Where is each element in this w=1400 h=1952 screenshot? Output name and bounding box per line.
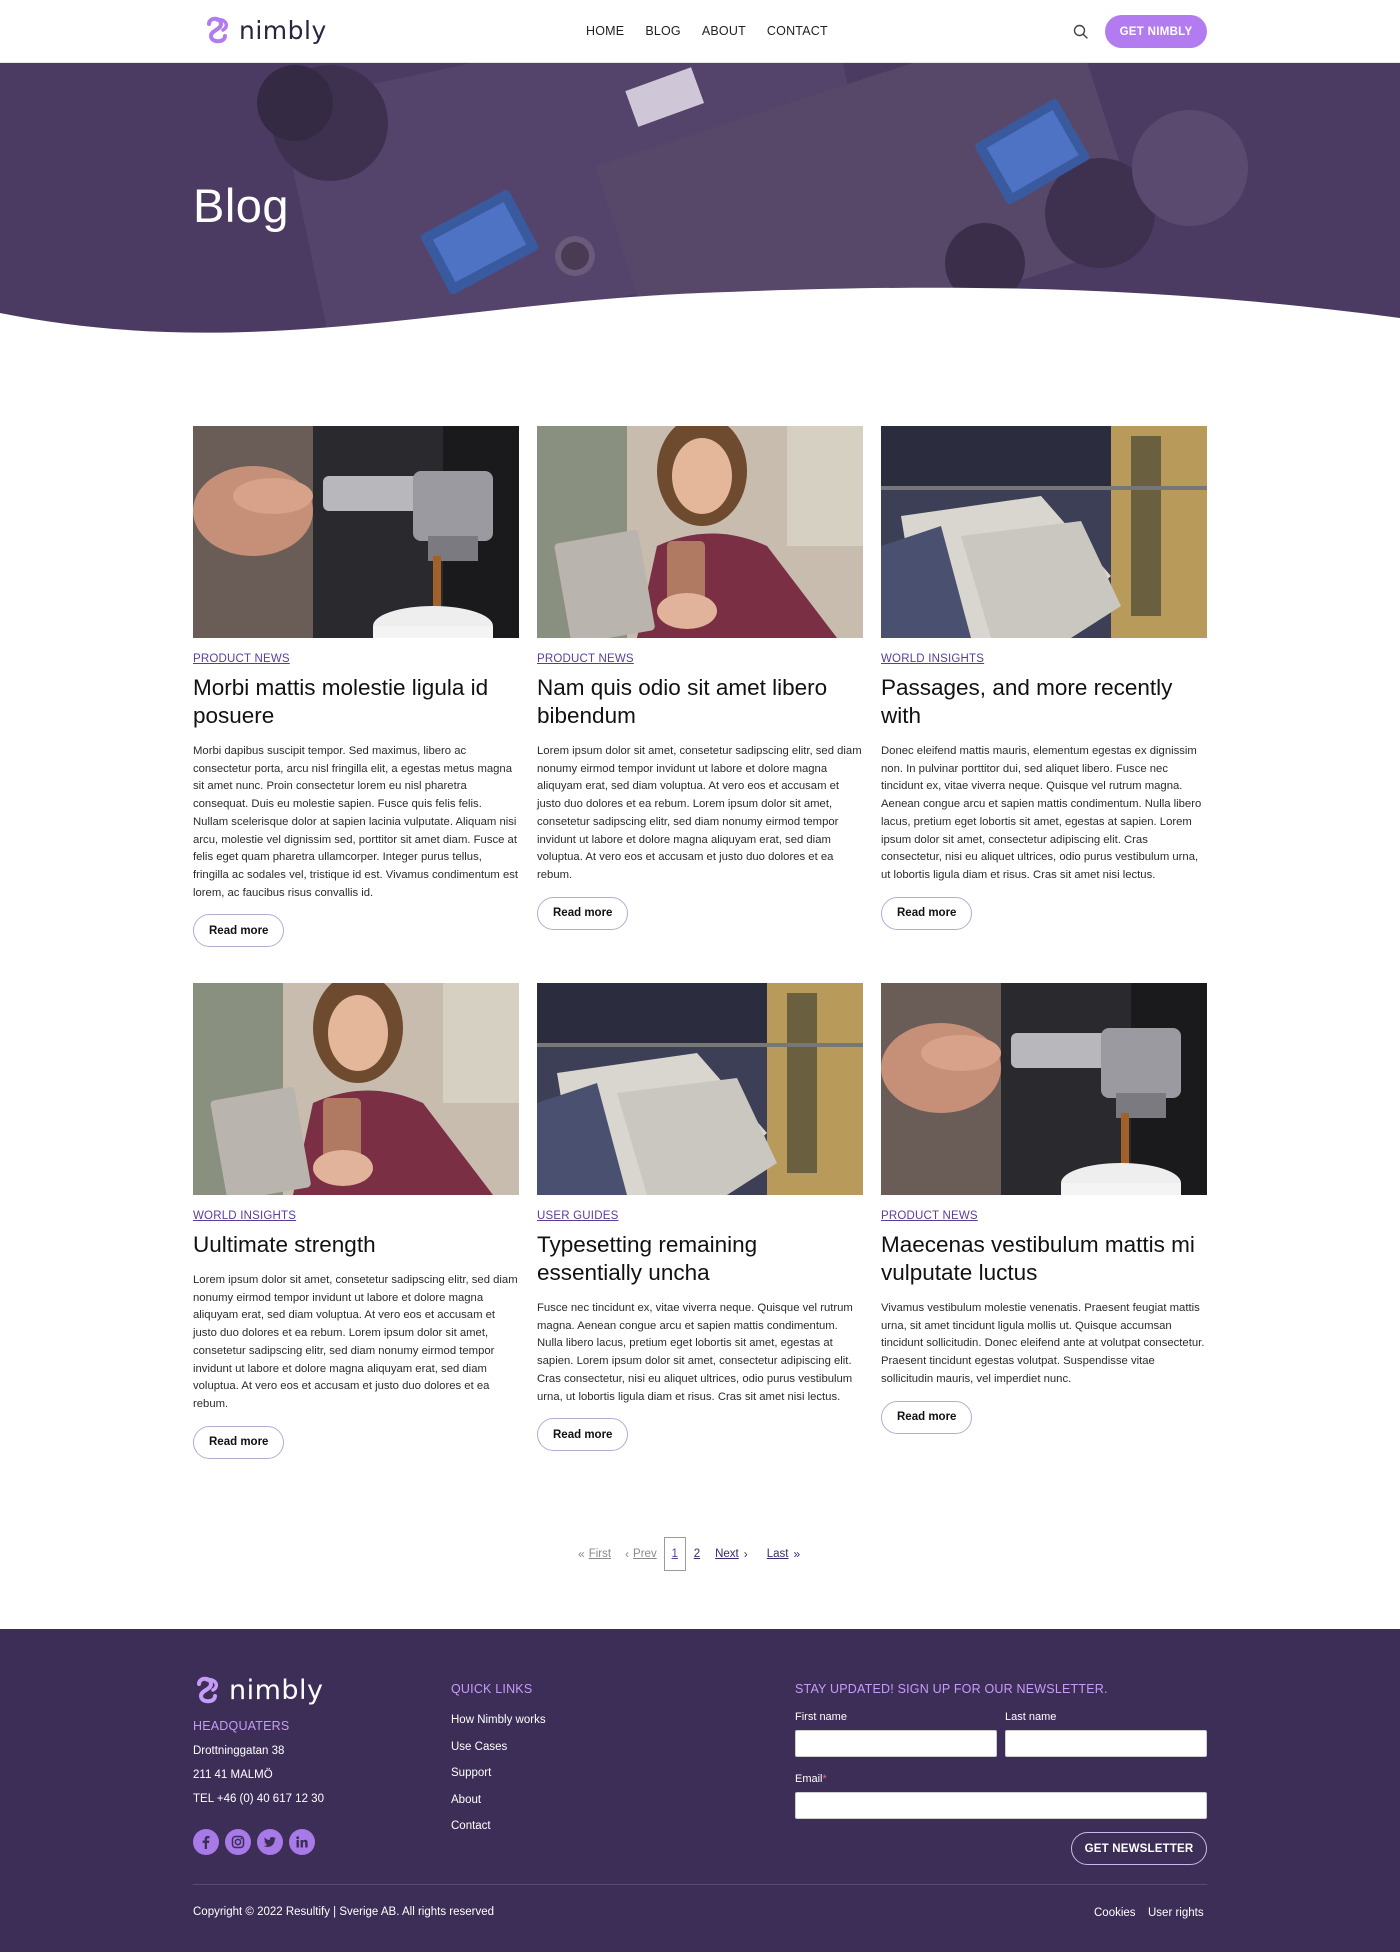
site-logo[interactable]: nimbly — [203, 14, 327, 46]
post-title[interactable]: Maecenas vestibulum mattis mi vulputate … — [881, 1231, 1207, 1287]
post-title[interactable]: Passages, and more recently with — [881, 674, 1207, 730]
footer-link-support[interactable]: Support — [451, 1767, 491, 1779]
footer-link-use-cases[interactable]: Use Cases — [451, 1741, 507, 1753]
read-more-button[interactable]: Read more — [193, 914, 285, 948]
hero-banner: Blog — [0, 63, 1400, 350]
post-card: WORLD INSIGHTS Passages, and more recent… — [881, 426, 1207, 930]
quick-links-heading: QUICK LINKS — [451, 1682, 533, 1696]
pagination-last[interactable]: Last — [767, 1548, 789, 1560]
email-label: Email* — [795, 1773, 827, 1785]
post-title[interactable]: Morbi mattis molestie ligula id posuere — [193, 674, 519, 730]
post-category[interactable]: PRODUCT NEWS — [881, 1210, 1207, 1222]
post-title[interactable]: Uultimate strength — [193, 1231, 519, 1259]
read-more-button[interactable]: Read more — [193, 1425, 285, 1459]
newsletter-heading: STAY UPDATED! SIGN UP FOR OUR NEWSLETTER… — [795, 1682, 1108, 1696]
logo-icon — [197, 1676, 219, 1704]
pagination-page-2[interactable]: 2 — [694, 1548, 700, 1560]
chevron-left-icon: ‹ — [625, 1547, 630, 1561]
nav-about[interactable]: ABOUT — [702, 24, 746, 38]
search-icon[interactable] — [1073, 24, 1088, 39]
first-name-field[interactable] — [795, 1730, 997, 1757]
post-category[interactable]: WORLD INSIGHTS — [881, 653, 1207, 665]
post-card: PRODUCT NEWS Morbi mattis molestie ligul… — [193, 426, 519, 948]
post-card: PRODUCT NEWS Nam quis odio sit amet libe… — [537, 426, 863, 930]
post-category[interactable]: USER GUIDES — [537, 1210, 863, 1222]
footer-link-how-nimbly-works[interactable]: How Nimbly works — [451, 1714, 546, 1726]
pagination-current-page: 1 — [663, 1537, 686, 1571]
instagram-icon[interactable] — [225, 1829, 251, 1855]
linkedin-icon[interactable] — [289, 1829, 315, 1855]
required-mark: * — [822, 1773, 827, 1785]
cookies-link[interactable]: Cookies — [1094, 1907, 1136, 1919]
footer-divider — [193, 1884, 1207, 1885]
email-field[interactable] — [795, 1792, 1207, 1819]
post-excerpt: Lorem ipsum dolor sit amet, consetetur s… — [537, 745, 862, 881]
pagination-next[interactable]: Next — [715, 1548, 739, 1560]
read-more-button[interactable]: Read more — [537, 896, 629, 930]
logo-text: nimbly — [239, 15, 327, 45]
post-excerpt: Morbi dapibus suscipit tempor. Sed maxim… — [193, 745, 519, 899]
footer-link-about[interactable]: About — [451, 1794, 481, 1806]
last-name-field[interactable] — [1005, 1730, 1207, 1757]
get-nimbly-button[interactable]: GET NIMBLY — [1105, 15, 1207, 48]
footer-link-contact[interactable]: Contact — [451, 1820, 491, 1832]
get-newsletter-button[interactable]: GET NEWSLETTER — [1071, 1832, 1207, 1865]
site-footer: nimbly — [0, 1629, 1400, 1952]
pagination: « First ‹ Prev 1 2 Next › Last » — [578, 1537, 800, 1571]
double-chevron-right-icon: » — [793, 1547, 801, 1561]
social-links — [193, 1829, 315, 1855]
chevron-right-icon: › — [743, 1547, 748, 1561]
post-image-clothes-rack[interactable] — [881, 426, 1207, 638]
footer-logo[interactable]: nimbly — [193, 1674, 324, 1706]
post-excerpt: Vivamus vestibulum molestie venenatis. P… — [881, 1302, 1205, 1385]
nav-home[interactable]: HOME — [586, 24, 624, 38]
read-more-button[interactable]: Read more — [881, 1400, 973, 1434]
address-line-1: Drottninggatan 38 — [193, 1745, 285, 1757]
last-name-label: Last name — [1005, 1711, 1057, 1723]
site-header: nimbly HOME BLOG ABOUT CONTACT GET NIMBL… — [0, 0, 1400, 63]
address-line-2: 211 41 MALMÖ — [193, 1769, 273, 1781]
post-category[interactable]: PRODUCT NEWS — [193, 653, 519, 665]
post-card: WORLD INSIGHTS Uultimate strength Lorem … — [193, 983, 519, 1459]
double-chevron-left-icon: « — [578, 1547, 585, 1561]
post-excerpt: Fusce nec tincidunt ex, vitae viverra ne… — [537, 1302, 853, 1403]
post-card: PRODUCT NEWS Maecenas vestibulum mattis … — [881, 983, 1207, 1434]
nav-contact[interactable]: CONTACT — [767, 24, 828, 38]
user-rights-link[interactable]: User rights — [1148, 1907, 1204, 1919]
hq-heading: HEADQUATERS — [193, 1719, 290, 1733]
email-label-text: Email — [795, 1773, 823, 1785]
main-nav: HOME BLOG ABOUT CONTACT — [586, 24, 828, 38]
post-image-woman-phone[interactable] — [193, 983, 519, 1195]
nav-blog[interactable]: BLOG — [645, 24, 681, 38]
pagination-first[interactable]: First — [589, 1548, 611, 1560]
copyright-text: Copyright © 2022 Resultify | Sverige AB.… — [193, 1906, 495, 1918]
post-category[interactable]: PRODUCT NEWS — [537, 653, 863, 665]
read-more-button[interactable]: Read more — [881, 896, 973, 930]
read-more-button[interactable]: Read more — [537, 1418, 629, 1452]
post-category[interactable]: WORLD INSIGHTS — [193, 1210, 519, 1222]
post-image-woman-phone[interactable] — [537, 426, 863, 638]
post-excerpt: Lorem ipsum dolor sit amet, consetetur s… — [193, 1274, 518, 1410]
post-image-espresso[interactable] — [193, 426, 519, 638]
facebook-icon[interactable] — [193, 1829, 219, 1855]
post-title[interactable]: Nam quis odio sit amet libero bibendum — [537, 674, 863, 730]
post-image-espresso[interactable] — [881, 983, 1207, 1195]
pagination-prev[interactable]: Prev — [633, 1548, 657, 1560]
logo-text: nimbly — [229, 1674, 324, 1706]
phone-number: TEL +46 (0) 40 617 12 30 — [193, 1793, 324, 1805]
post-image-clothes-rack[interactable] — [537, 983, 863, 1195]
twitter-icon[interactable] — [257, 1829, 283, 1855]
post-card: USER GUIDES Typesetting remaining essent… — [537, 983, 863, 1452]
page-title: Blog — [193, 179, 290, 232]
logo-icon — [207, 16, 229, 44]
first-name-label: First name — [795, 1711, 847, 1723]
post-title[interactable]: Typesetting remaining essentially uncha — [537, 1231, 863, 1287]
post-excerpt: Donec eleifend mattis mauris, elementum … — [881, 745, 1202, 881]
